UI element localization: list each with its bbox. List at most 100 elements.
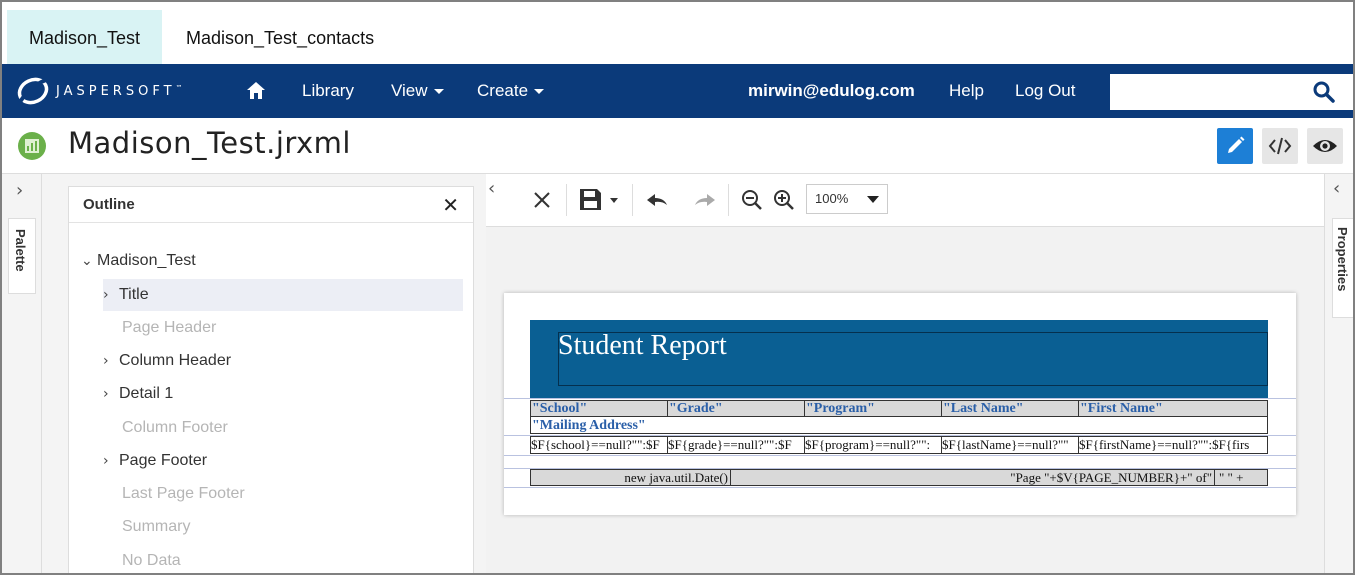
- save-button[interactable]: [578, 186, 622, 214]
- top-navbar: JASPERSOFT™ Library View Create mirwin@e…: [2, 64, 1353, 118]
- app-window: Madison_Test Madison_Test_contacts JASPE…: [0, 0, 1355, 575]
- palette-label: Palette: [13, 229, 28, 272]
- properties-tab[interactable]: Properties: [1332, 218, 1353, 318]
- outline-title: Outline: [83, 196, 135, 213]
- nav-library[interactable]: Library: [302, 64, 354, 118]
- mailing-address-row[interactable]: "Mailing Address": [530, 417, 1268, 434]
- code-icon: [1268, 137, 1292, 155]
- palette-sidebar: › Palette: [2, 174, 42, 573]
- jaspersoft-logo[interactable]: JASPERSOFT™: [16, 74, 183, 108]
- column-header-grade[interactable]: "Grade": [668, 401, 805, 416]
- tree-item-label: Page Footer: [119, 452, 208, 469]
- detail-band[interactable]: $F{school}==null?"":$F $F{grade}==null?"…: [530, 436, 1268, 454]
- zoom-out-button[interactable]: [740, 186, 764, 214]
- tree-item-last-page-footer[interactable]: Last Page Footer: [122, 478, 245, 510]
- tree-item-page-header[interactable]: Page Header: [122, 312, 216, 344]
- tab-madison-test[interactable]: Madison_Test: [7, 10, 162, 64]
- chevron-down-icon[interactable]: ⌄: [81, 245, 97, 277]
- undo-button[interactable]: [644, 186, 670, 214]
- home-button[interactable]: [246, 64, 266, 118]
- properties-label: Properties: [1335, 227, 1350, 292]
- column-header-first-name[interactable]: "First Name": [1079, 401, 1267, 416]
- nav-view-label: View: [391, 81, 428, 100]
- toolbar-divider: [728, 184, 729, 216]
- zoom-select[interactable]: 100%: [806, 184, 888, 214]
- chevron-right-icon[interactable]: ›: [103, 445, 119, 477]
- chevron-down-icon: [534, 89, 545, 95]
- tree-item-label: Detail 1: [119, 385, 174, 402]
- palette-tab[interactable]: Palette: [8, 218, 36, 294]
- footer-date-field[interactable]: new java.util.Date(): [531, 470, 731, 485]
- detail-field-school[interactable]: $F{school}==null?"":$F: [531, 437, 668, 453]
- collapse-outline[interactable]: ‹: [486, 174, 504, 226]
- column-header-last-name[interactable]: "Last Name": [942, 401, 1079, 416]
- tab-bar: Madison_Test Madison_Test_contacts: [2, 2, 1353, 64]
- chevron-left-icon[interactable]: ‹: [1333, 178, 1340, 199]
- nav-create[interactable]: Create: [477, 64, 545, 118]
- tree-root-madison-test[interactable]: ⌄ Madison_Test: [81, 245, 196, 277]
- pencil-icon: [1228, 136, 1245, 153]
- redo-icon: [695, 194, 715, 206]
- footer-total-pages-field[interactable]: " " +: [1215, 470, 1267, 485]
- home-icon: [247, 82, 265, 99]
- nav-create-label: Create: [477, 81, 529, 100]
- user-name[interactable]: mirwin@edulog.com: [748, 64, 915, 118]
- search-icon: [1313, 81, 1335, 103]
- column-header-mailing-address[interactable]: "Mailing Address": [532, 417, 646, 434]
- zoom-out-icon: [742, 190, 762, 210]
- detail-field-first-name[interactable]: $F{firstName}==null?"":$F{firs: [1079, 437, 1267, 453]
- close-icon: [534, 192, 550, 208]
- report-icon: [18, 132, 46, 160]
- design-mode-button[interactable]: [1217, 128, 1253, 164]
- tree-item-summary[interactable]: Summary: [122, 511, 190, 543]
- tree-item-column-header[interactable]: › Column Header: [103, 345, 231, 377]
- outline-panel: Outline ✕ ⌄ Madison_Test › Title Page Head…: [68, 186, 474, 573]
- column-header-school[interactable]: "School": [531, 401, 668, 416]
- nav-logout[interactable]: Log Out: [1015, 64, 1076, 118]
- page-title: Madison_Test.jrxml: [68, 126, 351, 160]
- tree-root-label: Madison_Test: [97, 252, 196, 269]
- chevron-left-icon[interactable]: ‹: [488, 178, 495, 199]
- undo-icon: [647, 194, 667, 206]
- zoom-in-button[interactable]: [772, 186, 796, 214]
- tab-madison-test-contacts[interactable]: Madison_Test_contacts: [166, 10, 394, 64]
- tree-item-no-data[interactable]: No Data: [122, 545, 181, 573]
- column-header-band[interactable]: "School" "Grade" "Program" "Last Name" "…: [530, 400, 1268, 417]
- chevron-right-icon[interactable]: ›: [16, 180, 23, 201]
- properties-sidebar: ‹ Properties: [1324, 174, 1353, 573]
- page-footer-band[interactable]: new java.util.Date() "Page "+$V{PAGE_NUM…: [530, 469, 1268, 486]
- designer-toolbar: 100%: [504, 174, 1324, 226]
- tree-item-column-footer[interactable]: Column Footer: [122, 412, 228, 444]
- jaspersoft-logo-icon: [17, 77, 49, 105]
- footer-page-number-field[interactable]: "Page "+$V{PAGE_NUMBER}+" of": [1009, 470, 1215, 485]
- chart-icon: [25, 139, 39, 153]
- chevron-right-icon[interactable]: ›: [103, 378, 119, 410]
- source-mode-button[interactable]: [1262, 128, 1298, 164]
- tree-item-title[interactable]: › Title: [103, 279, 463, 311]
- toolbar-divider: [566, 184, 567, 216]
- column-header-program[interactable]: "Program": [805, 401, 942, 416]
- chevron-right-icon[interactable]: ›: [103, 345, 119, 377]
- chevron-right-icon[interactable]: ›: [103, 279, 119, 311]
- eye-icon: [1313, 140, 1337, 152]
- band-guide: [504, 487, 1296, 488]
- preview-mode-button[interactable]: [1307, 128, 1343, 164]
- close-icon[interactable]: ✕: [442, 193, 459, 218]
- detail-field-grade[interactable]: $F{grade}==null?"":$F: [668, 437, 805, 453]
- nav-help[interactable]: Help: [949, 64, 984, 118]
- tree-item-detail-1[interactable]: › Detail 1: [103, 378, 173, 410]
- tree-item-page-footer[interactable]: › Page Footer: [103, 445, 207, 477]
- brand-text: JASPERSOFT: [56, 83, 176, 99]
- detail-field-program[interactable]: $F{program}==null?"":: [805, 437, 942, 453]
- report-title-text[interactable]: Student Report: [558, 330, 727, 362]
- redo-button[interactable]: [692, 186, 718, 214]
- close-report-button[interactable]: [532, 186, 552, 214]
- band-guide: [504, 398, 1296, 399]
- detail-field-last-name[interactable]: $F{lastName}==null?"": [942, 437, 1079, 453]
- zoom-in-icon: [774, 190, 794, 210]
- search-button[interactable]: [1312, 80, 1336, 109]
- caret-down-icon: [867, 196, 879, 203]
- zoom-value: 100%: [815, 191, 849, 206]
- nav-view[interactable]: View: [391, 64, 444, 118]
- tree-item-label: Title: [119, 286, 149, 303]
